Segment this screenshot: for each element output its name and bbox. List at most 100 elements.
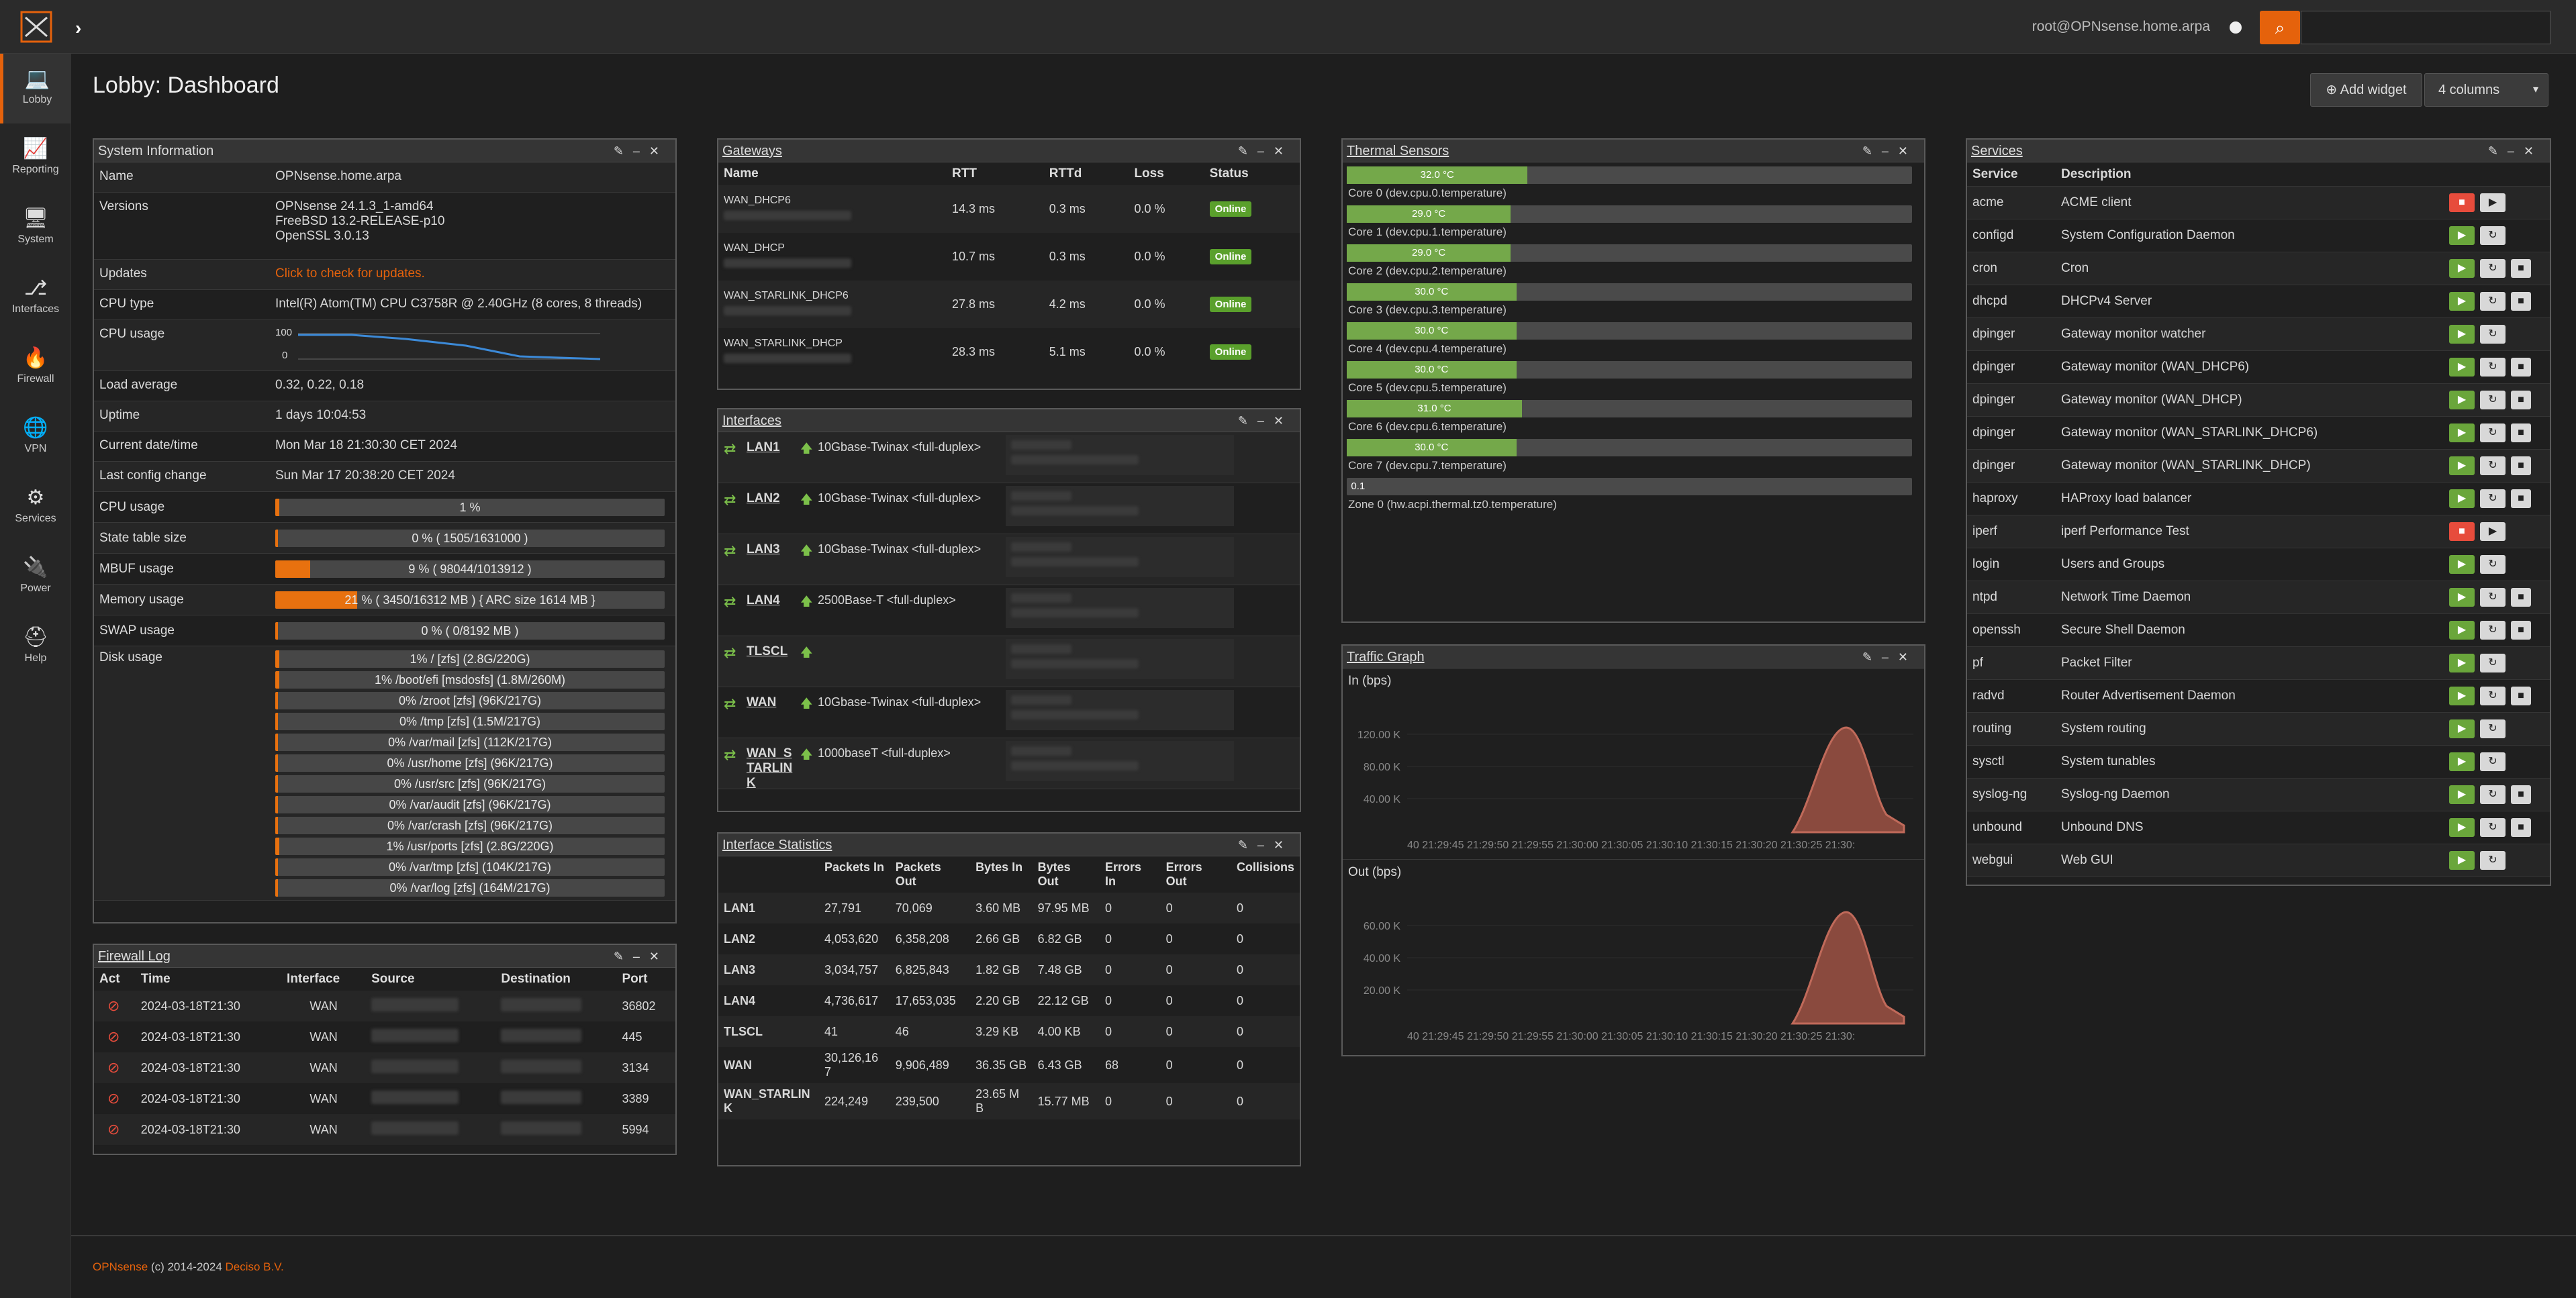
sidebar-item-interfaces[interactable]: ⎇ Interfaces — [0, 263, 71, 333]
start-service-button[interactable]: ▶ — [2449, 325, 2475, 344]
sidebar-item-firewall[interactable]: 🔥 Firewall — [0, 333, 71, 403]
widget-title[interactable]: Firewall Log — [98, 949, 171, 964]
interface-name-link[interactable]: TLSCL — [747, 644, 794, 659]
restart-service-button[interactable]: ↻ — [2480, 621, 2506, 640]
restart-service-button[interactable]: ↻ — [2480, 719, 2506, 738]
start-service-button[interactable]: ▶ — [2449, 785, 2475, 804]
sidebar-item-reporting[interactable]: 📈 Reporting — [0, 123, 71, 193]
start-service-button[interactable]: ▶ — [2449, 752, 2475, 771]
stop-service-button[interactable]: ■ — [2511, 358, 2531, 377]
restart-service-button[interactable]: ↻ — [2480, 687, 2506, 705]
gateway-row[interactable]: WAN_DHCP 10.7 ms 0.3 ms 0.0 % Online — [718, 233, 1300, 281]
widget-header[interactable]: Gateways ✎–✕ — [718, 140, 1300, 162]
sidebar-item-vpn[interactable]: 🌐 VPN — [0, 403, 71, 472]
start-service-button[interactable]: ▶ — [2449, 226, 2475, 245]
widget-header[interactable]: Interfaces ✎–✕ — [718, 409, 1300, 432]
start-service-button[interactable]: ▶ — [2449, 719, 2475, 738]
user-label[interactable]: root@OPNsense.home.arpa — [2032, 19, 2210, 35]
start-service-button[interactable]: ▶ — [2449, 621, 2475, 640]
table-row[interactable]: ⊘ 2024-03-18T21:30 WAN 445 — [94, 1021, 675, 1052]
search-input[interactable] — [2301, 11, 2550, 44]
widget-controls[interactable]: ✎–✕ — [614, 945, 669, 968]
stop-service-button[interactable]: ■ — [2511, 818, 2531, 837]
stop-service-button[interactable]: ■ — [2511, 489, 2531, 508]
sidebar-toggle-icon[interactable]: › — [75, 17, 81, 39]
widget-header[interactable]: System Information ✎–✕ — [94, 140, 675, 162]
interface-row[interactable]: ⇄ TLSCL 🡅 — [718, 636, 1300, 687]
restart-service-button[interactable]: ↻ — [2480, 358, 2506, 377]
stop-icon[interactable]: ■ — [2449, 193, 2475, 212]
widget-controls[interactable]: ✎–✕ — [1238, 834, 1293, 856]
widget-title[interactable]: Interfaces — [722, 413, 781, 428]
interface-row[interactable]: ⇄ LAN4 🡅 2500Base-T <full-duplex> — [718, 585, 1300, 636]
widget-controls[interactable]: ✎–✕ — [1862, 140, 1917, 162]
restart-service-button[interactable]: ↻ — [2480, 752, 2506, 771]
widget-header[interactable]: Thermal Sensors ✎–✕ — [1343, 140, 1924, 162]
start-service-button[interactable]: ▶ — [2449, 292, 2475, 311]
opnsense-logo-icon[interactable] — [19, 9, 54, 44]
stop-service-button[interactable]: ■ — [2511, 423, 2531, 442]
restart-service-button[interactable]: ↻ — [2480, 292, 2506, 311]
interface-row[interactable]: ⇄ LAN1 🡅 10Gbase-Twinax <full-duplex> — [718, 432, 1300, 483]
widget-controls[interactable]: ✎–✕ — [1238, 140, 1293, 162]
interface-name-link[interactable]: WAN — [747, 695, 794, 710]
restart-service-button[interactable]: ↻ — [2480, 259, 2506, 278]
widget-title[interactable]: Gateways — [722, 144, 782, 158]
restart-service-button[interactable]: ↻ — [2480, 818, 2506, 837]
interface-name-link[interactable]: LAN1 — [747, 440, 794, 455]
restart-service-button[interactable]: ↻ — [2480, 489, 2506, 508]
stop-service-button[interactable]: ■ — [2511, 259, 2531, 278]
interface-name-link[interactable]: LAN3 — [747, 542, 794, 557]
gateway-row[interactable]: WAN_STARLINK_DHCP6 27.8 ms 4.2 ms 0.0 % Onli… — [718, 281, 1300, 328]
start-service-button[interactable]: ▶ — [2449, 391, 2475, 409]
restart-service-button[interactable]: ↻ — [2480, 654, 2506, 672]
sidebar-item-help[interactable]: ⛑ Help — [0, 612, 71, 682]
interface-row[interactable]: ⇄ LAN3 🡅 10Gbase-Twinax <full-duplex> — [718, 534, 1300, 585]
footer-company-link[interactable]: Deciso B.V. — [226, 1260, 284, 1273]
start-service-button[interactable]: ▶ — [2449, 687, 2475, 705]
widget-header[interactable]: Traffic Graph ✎–✕ — [1343, 646, 1924, 668]
start-service-button[interactable]: ▶ — [2449, 489, 2475, 508]
start-service-button[interactable]: ▶ — [2449, 423, 2475, 442]
restart-service-button[interactable]: ↻ — [2480, 588, 2506, 607]
interface-row[interactable]: ⇄ WAN 🡅 10Gbase-Twinax <full-duplex> — [718, 687, 1300, 738]
start-service-button[interactable]: ▶ — [2449, 818, 2475, 837]
start-service-button[interactable]: ▶ — [2449, 358, 2475, 377]
table-row[interactable]: ⊘ 2024-03-18T21:30 WAN 3134 — [94, 1052, 675, 1083]
theme-toggle-icon[interactable] — [2230, 21, 2242, 34]
restart-service-button[interactable]: ↻ — [2480, 456, 2506, 475]
start-service-button[interactable]: ▶ — [2449, 588, 2475, 607]
start-service-button[interactable]: ▶ — [2449, 851, 2475, 870]
stop-service-button[interactable]: ■ — [2511, 687, 2531, 705]
widget-header[interactable]: Services ✎–✕ — [1967, 140, 2550, 162]
widget-title[interactable]: Services — [1971, 144, 2023, 158]
restart-service-button[interactable]: ↻ — [2480, 325, 2506, 344]
start-service-button[interactable]: ▶ — [2449, 259, 2475, 278]
widget-header[interactable]: Firewall Log ✎–✕ — [94, 945, 675, 968]
widget-title[interactable]: Traffic Graph — [1347, 650, 1425, 664]
stop-service-button[interactable]: ■ — [2511, 391, 2531, 409]
widget-title[interactable]: Interface Statistics — [722, 838, 832, 852]
gateway-row[interactable]: WAN_DHCP6 14.3 ms 0.3 ms 0.0 % Online — [718, 185, 1300, 233]
stop-icon[interactable]: ■ — [2449, 522, 2475, 541]
widget-controls[interactable]: ✎–✕ — [2488, 140, 2543, 162]
widget-controls[interactable]: ✎–✕ — [1238, 409, 1293, 432]
sidebar-item-system[interactable]: 🖥 System — [0, 193, 71, 263]
restart-service-button[interactable]: ↻ — [2480, 851, 2506, 870]
footer-brand-link[interactable]: OPNsense — [93, 1260, 148, 1273]
interface-name-link[interactable]: WAN_STARLINK — [747, 746, 794, 791]
add-widget-button[interactable]: ⊕ Add widget — [2310, 73, 2422, 107]
restart-service-button[interactable]: ↻ — [2480, 555, 2506, 574]
start-service-button[interactable]: ▶ — [2449, 456, 2475, 475]
stop-service-button[interactable]: ■ — [2511, 588, 2531, 607]
widget-title[interactable]: Thermal Sensors — [1347, 144, 1449, 158]
interface-row[interactable]: ⇄ WAN_STARLINK 🡅 1000baseT <full-duplex> — [718, 738, 1300, 791]
table-row[interactable]: ⊘ 2024-03-18T21:30 WAN 36802 — [94, 991, 675, 1021]
widget-header[interactable]: Interface Statistics ✎–✕ — [718, 834, 1300, 856]
stop-service-button[interactable]: ■ — [2511, 292, 2531, 311]
restart-service-button[interactable]: ↻ — [2480, 226, 2506, 245]
widget-controls[interactable]: ✎–✕ — [1862, 646, 1917, 668]
restart-service-button[interactable]: ↻ — [2480, 423, 2506, 442]
check-updates-link[interactable]: Click to check for updates. — [275, 266, 675, 281]
stop-service-button[interactable]: ■ — [2511, 456, 2531, 475]
